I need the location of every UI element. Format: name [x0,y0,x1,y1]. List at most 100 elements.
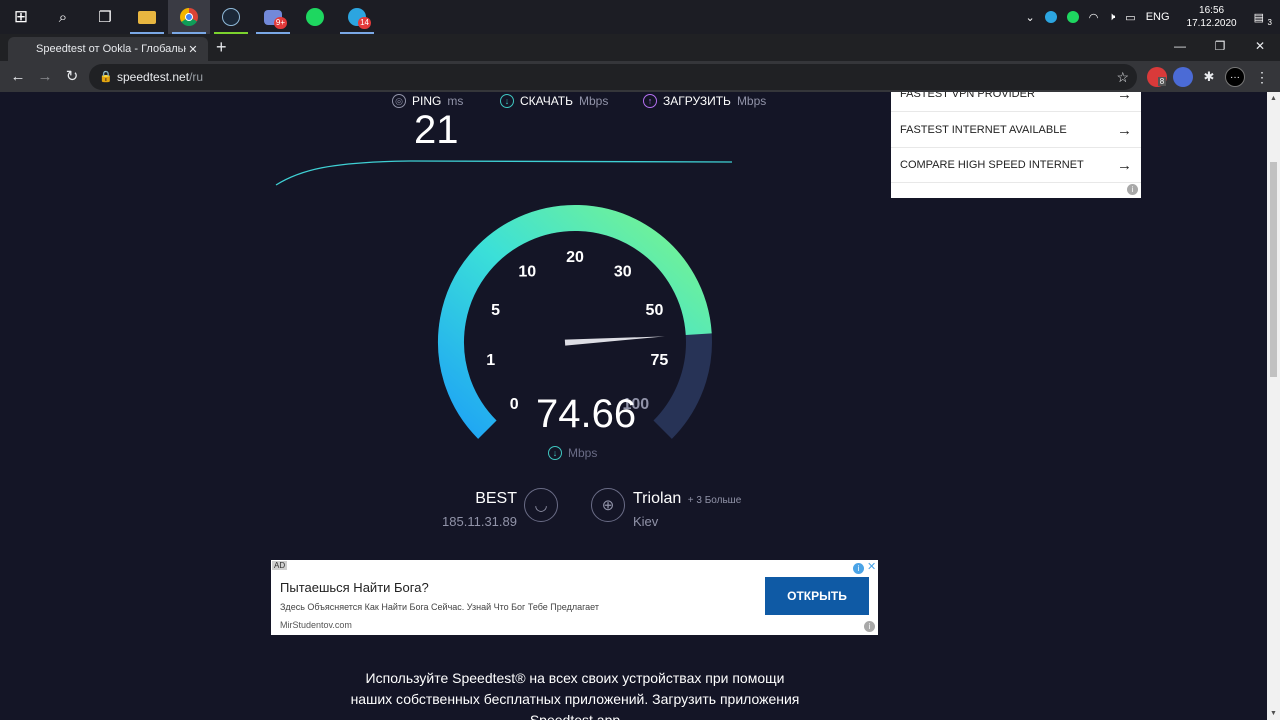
extensions-puzzle-icon[interactable]: ✱ [1199,67,1219,87]
spotify-icon[interactable] [294,0,336,34]
server-name[interactable]: Triolan [633,490,681,507]
banner-ad-title[interactable]: Пытаешься Найти Бога? [280,580,429,595]
address-bar[interactable]: 🔒 speedtest.net/ru ☆ [89,64,1137,90]
download-speed-value: 74.66 [536,392,637,436]
close-window-icon[interactable]: ✕ [1240,34,1280,61]
reload-icon[interactable]: ↻ [61,66,83,88]
side-ad-item[interactable]: COMPARE HIGH SPEED INTERNET → [891,148,1141,183]
ping-icon: ◎ [392,94,406,108]
side-ad-label: FASTEST INTERNET AVAILABLE [900,124,1067,136]
speed-unit-label: Mbps [568,446,598,460]
globe-icon[interactable]: ⊕ [591,488,625,522]
speed-graph-line [275,160,733,186]
ad-info-icon[interactable]: i [864,621,875,632]
steam-icon[interactable] [210,0,252,34]
ad-info-icon[interactable]: i [1127,184,1138,195]
telegram-badge: 14 [358,17,371,29]
download-label: СКАЧАТЬ [520,94,573,108]
maximize-icon[interactable]: ❐ [1200,34,1240,61]
discord-badge: 9+ [273,17,287,29]
apps-promo: Используйте Speedtest® на всех своих уст… [340,668,810,720]
change-server-link[interactable]: + 3 Больше [688,495,742,506]
chrome-icon[interactable] [168,0,210,34]
arrow-right-icon: → [1117,92,1132,103]
side-ad-item[interactable]: FASTEST VPN PROVIDER → [891,92,1141,112]
scroll-down-icon[interactable]: ▼ [1267,710,1280,717]
arrow-right-icon: → [1117,121,1132,139]
side-ad-label: COMPARE HIGH SPEED INTERNET [900,159,1084,171]
gauge-tick-label: 75 [650,352,668,369]
clock[interactable]: 16:56 17.12.2020 [1175,4,1249,30]
user-icon[interactable]: ◡ [524,488,558,522]
url-host: speedtest.net [117,70,190,84]
scrollbar-thumb[interactable] [1270,162,1277,377]
isp-info: BEST 185.11.31.89 [420,490,517,529]
extension-adblock-icon[interactable]: 8 [1147,67,1167,87]
menu-icon[interactable]: ⋮ [1252,67,1272,87]
banner-ad-open-button[interactable]: ОТКРЫТЬ [765,577,869,615]
bookmark-star-icon[interactable]: ☆ [1116,64,1129,90]
adchoices-icon[interactable]: i [853,563,864,574]
tab-strip: Speedtest от Ookla - Глобальный ✕ [0,34,1280,61]
upload-icon: ↑ [643,94,657,108]
page-content: ◎ PING ms ↓ СКАЧАТЬ Mbps ↑ ЗАГРУЗИТЬ Mbp… [0,92,1267,720]
file-explorer-icon[interactable] [126,0,168,34]
wifi-icon[interactable]: ◠ [1084,11,1104,24]
spotify-tray-icon[interactable] [1062,11,1084,23]
chevron-up-icon[interactable]: ⌄ [1021,11,1040,24]
tab-speedtest[interactable]: Speedtest от Ookla - Глобальный ✕ [8,37,208,61]
gauge-tick-label: 50 [646,302,664,319]
language-indicator[interactable]: ENG [1141,11,1175,23]
window-controls: — ❐ ✕ [1160,34,1280,61]
tray-app-icon[interactable] [1040,11,1062,23]
ad-tag: AD [272,561,288,570]
discord-icon[interactable]: 9+ [252,0,294,34]
search-icon[interactable]: ⌕ [42,0,84,34]
banner-ad[interactable]: AD Пытаешься Найти Бога? Здесь Объясняет… [271,560,878,635]
isp-ip: 185.11.31.89 [442,514,517,529]
scroll-up-icon[interactable]: ▲ [1267,95,1280,102]
forward-icon[interactable]: → [34,66,56,88]
download-icon: ↓ [500,94,514,108]
volume-icon[interactable]: 🕨 [1103,11,1120,24]
promo-line[interactable]: наших собственных бесплатных приложений.… [340,689,810,710]
download-speed-unit: ↓ Mbps [548,446,597,460]
close-tab-icon[interactable]: ✕ [186,43,200,56]
task-view-icon[interactable]: ❐ [84,0,126,34]
banner-ad-url[interactable]: MirStudentov.com [280,620,352,630]
lock-icon[interactable]: 🔒 [99,64,113,90]
battery-icon[interactable]: ▭ [1120,11,1140,24]
download-unit: Mbps [579,94,609,108]
system-tray: ⌄ ◠ 🕨 ▭ ENG 16:56 17.12.2020 ▤ 3 [1021,0,1280,34]
server-city: Kiev [633,514,659,529]
new-tab-icon[interactable]: + [216,37,227,58]
arrow-right-icon: → [1117,156,1132,174]
profile-avatar[interactable]: ··· [1225,67,1245,87]
side-ad: FASTEST VPN PROVIDER → FASTEST INTERNET … [891,92,1141,198]
ad-close-icon[interactable]: ✕ [867,560,876,573]
clock-time: 16:56 [1199,5,1225,16]
promo-line[interactable]: Speedtest app [340,710,810,720]
download-small-icon: ↓ [548,446,562,460]
gauge-needle [564,336,665,346]
download-header: ↓ СКАЧАТЬ Mbps [500,94,608,108]
gauge-tick-label: 30 [614,263,632,280]
promo-line: Используйте Speedtest® на всех своих уст… [365,670,785,686]
gauge-tick-label: 1 [486,352,495,369]
back-icon[interactable]: ← [7,66,29,88]
extension-icon[interactable] [1173,67,1193,87]
gauge-tick-label: 20 [566,249,584,266]
windows-taskbar: ⊞ ⌕ ❐ 9+ 14 ⌄ ◠ 🕨 ▭ ENG 16:56 17.12.2020… [0,0,1280,34]
telegram-icon[interactable]: 14 [336,0,378,34]
speed-graph [275,160,733,186]
tab-title: Speedtest от Ookla - Глобальный [36,43,186,55]
windows-start-icon[interactable]: ⊞ [0,0,42,34]
minimize-icon[interactable]: — [1160,34,1200,61]
server-info: Triolan + 3 Больше Kiev [633,490,741,529]
side-ad-item[interactable]: FASTEST INTERNET AVAILABLE → [891,113,1141,148]
notification-icon[interactable]: ▤ 3 [1249,11,1280,27]
notification-count: 3 [1267,17,1272,27]
ping-unit: ms [447,94,464,108]
gauge-tick-label: 10 [518,263,536,280]
page-scrollbar[interactable]: ▲ ▼ [1267,92,1280,720]
